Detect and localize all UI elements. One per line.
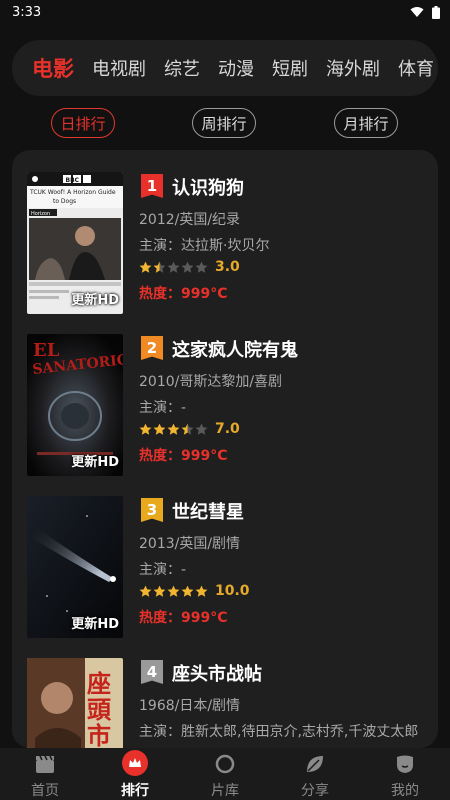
tab-monthly-ranking[interactable]: 月排行 [334,108,398,138]
movie-heat: 热度：999°C [139,286,228,302]
movie-title[interactable]: 世纪彗星 [172,498,244,524]
ranking-list-item[interactable]: 更新HD 3 世纪彗星 2013/英国/剧情 主演：- 10.0 热度：999°… [12,474,438,638]
movie-meta: 2010/哥斯达黎加/喜剧 [139,374,283,390]
category-tab-movie[interactable]: 电影 [32,53,74,83]
movie-rating: 10.0 [139,583,250,599]
leaf-icon [307,756,323,772]
poster-series-text: Horizon [31,211,50,217]
star-icon [167,423,180,435]
star-icon [139,423,152,435]
update-badge: 更新HD [71,617,119,632]
nav-item-library[interactable]: 片库 [180,748,270,800]
category-tab-variety[interactable]: 综艺 [164,55,200,81]
star-icon [167,261,180,273]
bottom-navigation: 首页 排行 片库 分享 我的 [0,748,450,800]
star-rating [139,423,208,436]
rank-badge: 4 [141,660,163,684]
update-badge: 更新HD [71,293,119,308]
star-icon [153,423,166,435]
nav-item-share[interactable]: 分享 [270,748,360,800]
circle-icon [215,754,235,774]
nav-item-home[interactable]: 首页 [0,748,90,800]
category-tab-anime[interactable]: 动漫 [218,55,254,81]
movie-cast: 主演：达拉斯·坎贝尔 [139,238,270,254]
movie-cast: 主演：- [139,400,187,416]
movie-poster[interactable]: 座 頭 市 果 [27,658,123,748]
movie-poster[interactable]: EL SANATORIO 更新HD [27,334,123,476]
poster-title-line-2: to Dogs [53,198,76,205]
movie-score: 7.0 [215,421,240,437]
movie-cast: 主演：胜新太郎,待田京介,志村乔,千波丈太郎 [139,724,419,740]
nav-label: 分享 [301,783,329,799]
category-tab-short-drama[interactable]: 短剧 [272,55,308,81]
star-icon [195,423,208,435]
movie-title[interactable]: 座头市战帖 [172,660,262,686]
poster-art-zatoichi: 座 頭 市 果 [27,658,123,748]
movie-rating: 3.0 [139,259,240,275]
rank-badge: 2 [141,336,163,360]
movie-title[interactable]: 认识狗狗 [172,174,244,200]
movie-poster[interactable]: BBC TCUK Woof! A Horizon Guide to Dogs H… [27,172,123,314]
star-icon [195,585,208,597]
star-icon [153,261,166,273]
poster-title-line-1: EL [33,340,60,361]
nav-item-ranking[interactable]: 排行 [90,748,180,800]
nav-label: 我的 [391,783,419,799]
update-badge: 更新HD [71,455,119,470]
crown-icon [122,750,148,776]
poster-channel-text: BBC [66,177,80,184]
movie-score: 3.0 [215,259,240,275]
battery-icon [432,5,440,19]
nav-label: 首页 [31,783,59,799]
category-tabs: 电影 电视剧 综艺 动漫 短剧 海外剧 体育 [12,40,438,96]
movie-meta: 1968/日本/剧情 [139,698,241,714]
movie-meta: 2013/英国/剧情 [139,536,241,552]
rank-badge: 1 [141,174,163,198]
star-rating [139,585,208,598]
nav-item-profile[interactable]: 我的 [360,748,450,800]
star-icon [139,585,152,597]
star-icon [195,261,208,273]
movie-heat: 热度：999°C [139,448,228,464]
poster-title-char-1: 座 [87,669,111,698]
rank-badge: 3 [141,498,163,522]
star-icon [153,585,166,597]
movie-poster[interactable]: 更新HD [27,496,123,638]
ranking-period-tabs: 日排行 周排行 月排行 [0,108,450,140]
status-time: 3:33 [12,4,42,20]
clapperboard-icon [36,755,54,773]
movie-title[interactable]: 这家疯人院有鬼 [172,336,298,362]
category-tab-tv-series[interactable]: 电视剧 [92,55,146,81]
ranking-list-item[interactable]: EL SANATORIO 更新HD 2 这家疯人院有鬼 2010/哥斯达黎加/喜… [12,312,438,476]
profile-icon [397,755,413,773]
wifi-icon [410,7,424,17]
nav-label: 片库 [211,783,239,799]
movie-score: 10.0 [215,583,250,599]
star-icon [181,585,194,597]
star-rating [139,261,208,274]
category-tab-sports[interactable]: 体育 [398,55,434,81]
star-icon [167,585,180,597]
category-tab-overseas-drama[interactable]: 海外剧 [326,55,380,81]
tab-weekly-ranking[interactable]: 周排行 [192,108,256,138]
movie-meta: 2012/英国/纪录 [139,212,241,228]
ranking-list: BBC TCUK Woof! A Horizon Guide to Dogs H… [12,150,438,748]
status-icons [410,5,440,19]
tab-daily-ranking[interactable]: 日排行 [51,108,115,138]
star-icon [181,261,194,273]
ranking-list-item[interactable]: 座 頭 市 果 4 座头市战帖 1968/日本/剧情 主演：胜新太郎,待田京介,… [12,636,438,748]
movie-cast: 主演：- [139,562,187,578]
poster-title-line-1: TCUK Woof! A Horizon Guide [29,189,116,196]
movie-rating: 7.0 [139,421,240,437]
poster-title-char-2: 頭 [87,695,112,724]
nav-label: 排行 [121,783,149,799]
star-icon [181,423,194,435]
poster-title-char-3: 市 [87,721,111,748]
star-icon [139,261,152,273]
ranking-list-item[interactable]: BBC TCUK Woof! A Horizon Guide to Dogs H… [12,150,438,314]
movie-heat: 热度：999°C [139,610,228,626]
status-bar: 3:33 [0,0,450,24]
